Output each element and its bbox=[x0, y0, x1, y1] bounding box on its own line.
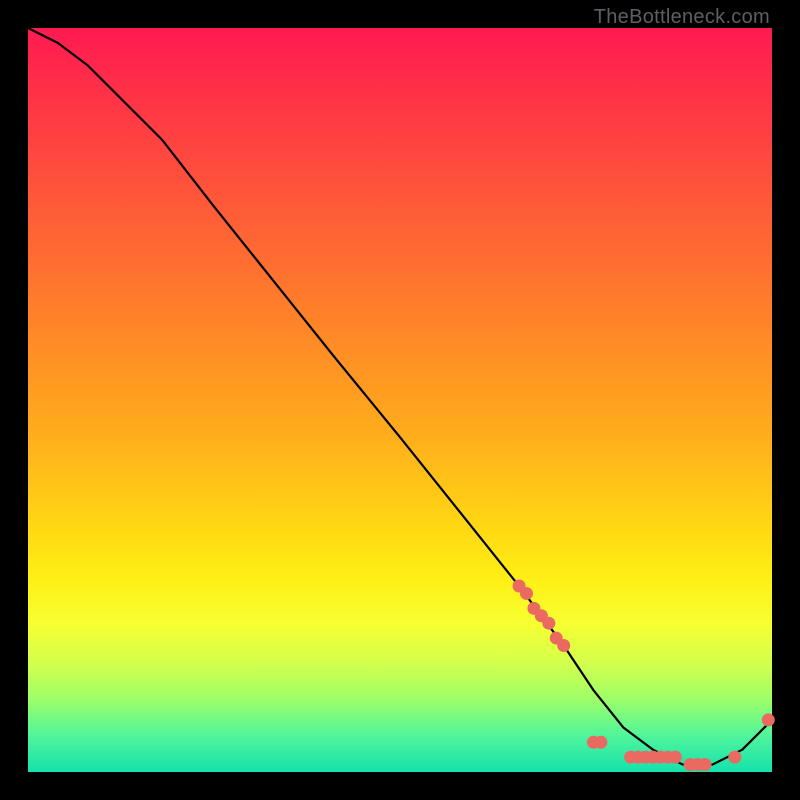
chart-overlay bbox=[28, 28, 772, 772]
data-point bbox=[669, 751, 682, 764]
bottleneck-curve bbox=[28, 28, 772, 765]
data-point bbox=[728, 751, 741, 764]
data-point bbox=[520, 587, 533, 600]
watermark-text: TheBottleneck.com bbox=[594, 6, 770, 29]
data-point bbox=[762, 713, 775, 726]
chart-frame: TheBottleneck.com bbox=[0, 0, 800, 800]
data-point bbox=[557, 639, 570, 652]
data-point bbox=[542, 617, 555, 630]
plot-area bbox=[28, 28, 772, 772]
data-point bbox=[594, 736, 607, 749]
data-point bbox=[699, 758, 712, 771]
